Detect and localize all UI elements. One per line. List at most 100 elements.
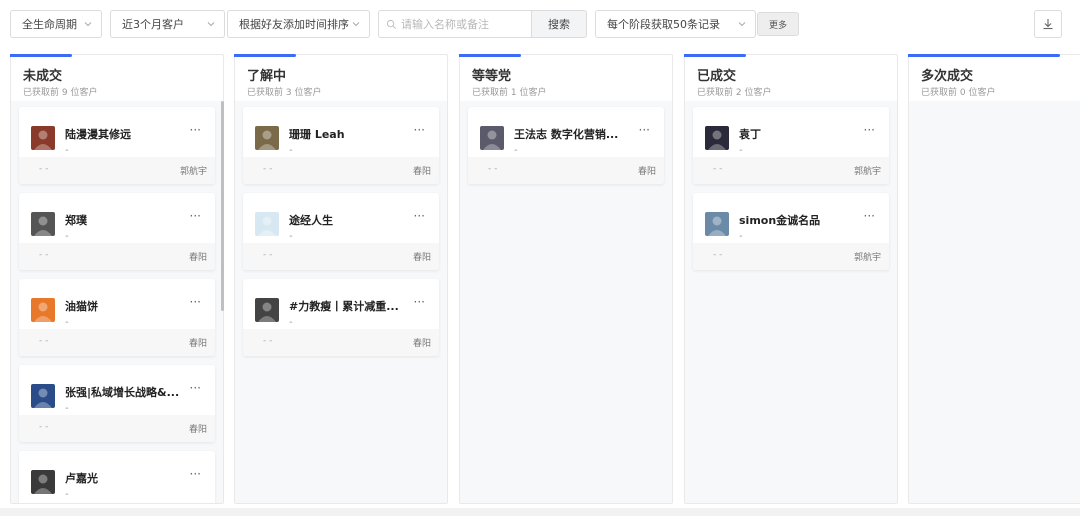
more-icon[interactable]: ···	[864, 209, 875, 223]
stage-count: 已获取前 0 位客户	[921, 88, 996, 98]
customer-remark: -	[289, 145, 293, 156]
stage-card-list[interactable]: 王法志 数字化营销... - ··· - - 春阳	[460, 101, 672, 503]
more-icon[interactable]: ···	[639, 123, 650, 137]
search-icon	[386, 19, 396, 29]
stage-count: 已获取前 1 位客户	[472, 88, 547, 98]
customer-card[interactable]: 王法志 数字化营销... - ··· - - 春阳	[468, 107, 664, 184]
customer-name: 途经人生	[289, 214, 333, 227]
person-icon	[258, 216, 276, 236]
stage-title: 未成交	[23, 69, 63, 84]
stage-accent-bar	[10, 54, 72, 57]
card-footer-left: - -	[39, 422, 49, 432]
per-stage-select-label: 每个阶段获取50条记录	[607, 18, 720, 31]
person-icon	[34, 302, 52, 322]
sort-select[interactable]: 根据好友添加时间排序	[227, 10, 370, 38]
stage-card-list[interactable]: 陆漫漫其修远 - ··· - - 郭航宇 郑璞 - ··· - - 春阳 油猫饼 - ··· - - 春阳张…	[11, 101, 223, 503]
stage-card-list[interactable]	[909, 101, 1080, 503]
customer-name: 郑璞	[65, 214, 87, 227]
customer-remark: -	[65, 403, 69, 414]
per-stage-select[interactable]: 每个阶段获取50条记录	[595, 10, 756, 38]
customer-name: simon金诚名品	[739, 214, 821, 227]
customer-name: 卢嘉光	[65, 472, 98, 485]
card-footer-left: - -	[713, 164, 723, 174]
customer-remark: -	[65, 489, 69, 500]
person-icon	[34, 130, 52, 150]
more-icon[interactable]: ···	[414, 123, 425, 137]
person-icon	[708, 216, 726, 236]
stage-accent-bar	[234, 54, 296, 57]
customer-name: #力教瘦丨累计减重...	[289, 300, 399, 313]
more-icon[interactable]: ···	[190, 467, 201, 481]
card-owner: 郭航宇	[853, 253, 881, 263]
person-icon	[34, 474, 52, 494]
stage-title: 等等党	[472, 69, 512, 84]
customer-card[interactable]: 袁丁 - ··· - - 郭航宇	[693, 107, 889, 184]
more-icon[interactable]: ···	[414, 295, 425, 309]
card-footer: - - 春阳	[19, 243, 215, 270]
more-icon[interactable]: ···	[190, 295, 201, 309]
person-icon	[34, 388, 52, 408]
customer-remark: -	[289, 231, 293, 242]
card-footer: - - 郭航宇	[693, 157, 889, 184]
customer-remark: -	[65, 317, 69, 328]
chevron-down-icon	[352, 22, 360, 27]
customer-card[interactable]: 油猫饼 - ··· - - 春阳	[19, 279, 215, 356]
more-icon[interactable]: ···	[190, 381, 201, 395]
customer-card[interactable]: simon金诚名品 - ··· - - 郭航宇	[693, 193, 889, 270]
stage-count: 已获取前 2 位客户	[697, 88, 772, 98]
customer-remark: -	[65, 145, 69, 156]
chevron-down-icon	[207, 22, 215, 27]
customer-card[interactable]: 珊珊 Leah - ··· - - 春阳	[243, 107, 439, 184]
stage-card-list[interactable]: 珊珊 Leah - ··· - - 春阳 途经人生 - ··· - - 春阳 #力教瘦丨累计减重..…	[235, 101, 447, 503]
customer-card[interactable]: 卢嘉光 - ···	[19, 451, 215, 503]
chevron-down-icon	[84, 22, 92, 27]
card-footer: - - 春阳	[243, 157, 439, 184]
more-button[interactable]: 更多	[757, 12, 799, 36]
customer-card[interactable]: 张强|私域增长战略&... - ··· - - 春阳	[19, 365, 215, 442]
avatar	[31, 212, 55, 236]
search-button[interactable]: 搜索	[531, 10, 587, 38]
card-owner: 春阳	[637, 167, 656, 177]
stage-column: 了解中 已获取前 3 位客户 珊珊 Leah - ··· - - 春阳 途经人生 - ··· - -…	[234, 54, 448, 504]
stage-accent-bar	[459, 54, 521, 57]
search-input[interactable]: 请输入名称或备注	[378, 10, 531, 38]
toolbar: 全生命周期 近3个月客户 根据好友添加时间排序 请输入名称或备注 搜索 每个阶段…	[0, 10, 1080, 40]
more-icon[interactable]: ···	[414, 209, 425, 223]
card-footer: - - 春阳	[243, 243, 439, 270]
column-scrollbar[interactable]	[221, 101, 224, 311]
lifecycle-select-label: 全生命周期	[22, 18, 77, 31]
card-footer-left: - -	[263, 250, 273, 260]
card-footer: - - 春阳	[19, 329, 215, 356]
customer-remark: -	[289, 317, 293, 328]
customer-card[interactable]: #力教瘦丨累计减重... - ··· - - 春阳	[243, 279, 439, 356]
person-icon	[34, 216, 52, 236]
horizontal-scrollbar[interactable]	[0, 508, 1080, 516]
card-footer: - - 春阳	[243, 329, 439, 356]
lifecycle-select[interactable]: 全生命周期	[10, 10, 102, 38]
card-footer-left: - -	[263, 336, 273, 346]
person-icon	[708, 130, 726, 150]
avatar	[480, 126, 504, 150]
more-icon[interactable]: ···	[190, 123, 201, 137]
more-icon[interactable]: ···	[864, 123, 875, 137]
customer-card[interactable]: 郑璞 - ··· - - 春阳	[19, 193, 215, 270]
stage-accent-bar	[684, 54, 746, 57]
stage-column: 多次成交 已获取前 0 位客户	[908, 54, 1080, 504]
stage-accent-bar	[908, 54, 1060, 57]
customer-remark: -	[739, 145, 743, 156]
more-icon[interactable]: ···	[190, 209, 201, 223]
card-footer-left: - -	[488, 164, 498, 174]
customer-name: 珊珊 Leah	[289, 128, 345, 141]
period-select-label: 近3个月客户	[122, 18, 184, 31]
card-footer: - - 春阳	[468, 157, 664, 184]
stage-card-list[interactable]: 袁丁 - ··· - - 郭航宇 simon金诚名品 - ··· - - 郭航宇	[685, 101, 897, 503]
card-footer-left: - -	[39, 164, 49, 174]
stage-column: 未成交 已获取前 9 位客户 陆漫漫其修远 - ··· - - 郭航宇 郑璞 - ··· - - 春阳…	[10, 54, 224, 504]
period-select[interactable]: 近3个月客户	[110, 10, 225, 38]
customer-card[interactable]: 陆漫漫其修远 - ··· - - 郭航宇	[19, 107, 215, 184]
download-button[interactable]	[1034, 10, 1062, 38]
avatar	[31, 384, 55, 408]
stage-column: 已成交 已获取前 2 位客户 袁丁 - ··· - - 郭航宇 simon金诚名品 - ··· - …	[684, 54, 898, 504]
stage-title: 了解中	[247, 69, 287, 84]
customer-card[interactable]: 途经人生 - ··· - - 春阳	[243, 193, 439, 270]
